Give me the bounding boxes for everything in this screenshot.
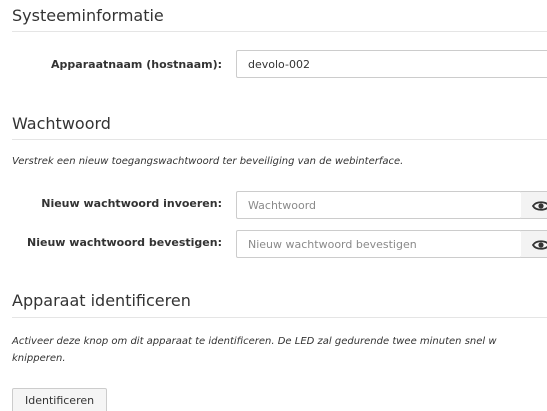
show-confirm-password-button[interactable] [521, 230, 547, 258]
confirm-password-input[interactable] [236, 230, 522, 258]
confirm-password-label: Nieuw wachtwoord bevestigen: [27, 236, 222, 249]
divider [12, 31, 547, 32]
new-password-label: Nieuw wachtwoord invoeren: [41, 197, 222, 210]
identify-button[interactable]: Identificeren [12, 388, 108, 411]
identify-description-line1: Activeer deze knop om dit apparaat te id… [12, 336, 497, 347]
identify-description-line2: knipperen. [12, 353, 66, 364]
eye-icon [532, 201, 547, 211]
device-name-label: Apparaatnaam (hostnaam): [51, 58, 222, 71]
section-title-identify: Apparaat identificeren [12, 291, 191, 310]
eye-icon [532, 240, 547, 250]
section-title-password: Wachtwoord [12, 114, 111, 133]
divider [12, 317, 547, 318]
new-password-input[interactable] [236, 191, 522, 219]
divider [12, 139, 547, 140]
settings-page: Systeeminformatie Apparaatnaam (hostnaam… [0, 0, 547, 411]
device-name-input[interactable] [236, 50, 547, 78]
password-description: Verstrek een nieuw toegangswachtwoord te… [12, 156, 404, 167]
show-password-button[interactable] [521, 191, 547, 219]
section-title-system-info: Systeeminformatie [12, 6, 164, 25]
